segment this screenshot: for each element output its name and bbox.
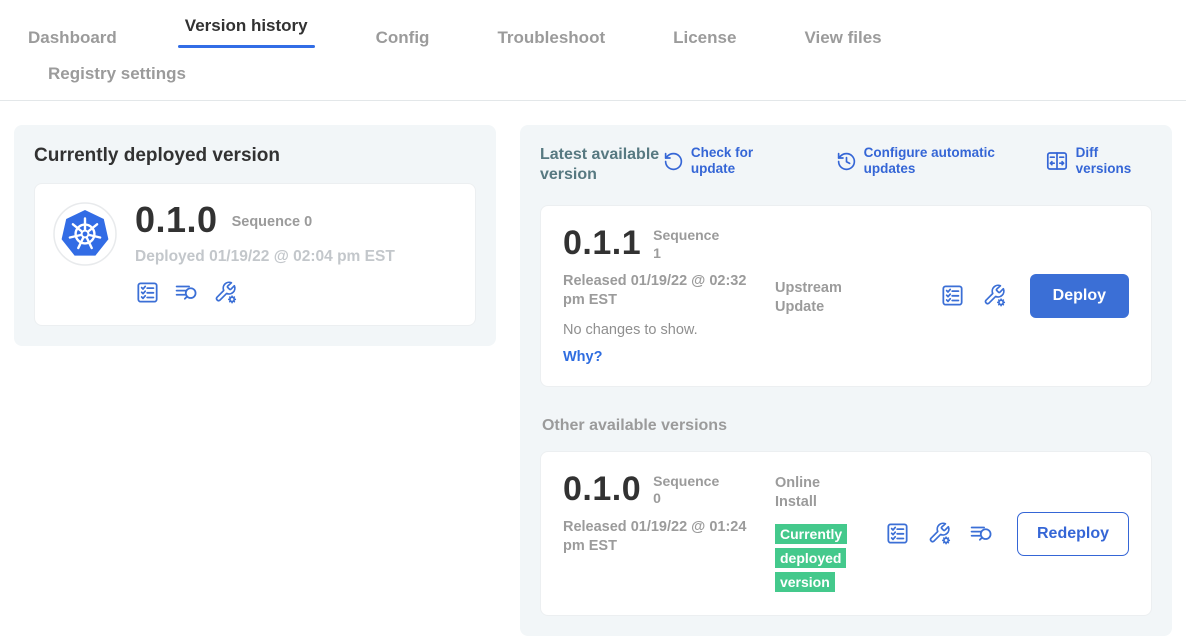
schedule-update-icon: [836, 151, 857, 172]
redeploy-button[interactable]: Redeploy: [1017, 512, 1129, 556]
deployed-version-info: 0.1.0 Sequence 0 Deployed 01/19/22 @ 02:…: [135, 202, 395, 305]
why-link[interactable]: Why?: [563, 349, 602, 365]
other-version-info: 0.1.0 Sequence 0 Released 01/19/22 @ 01:…: [563, 472, 775, 556]
latest-version-row: 0.1.1 Sequence 1 Released 01/19/22 @ 02:…: [540, 205, 1152, 387]
tab-view-files[interactable]: View files: [804, 28, 881, 50]
view-logs-icon[interactable]: [969, 521, 994, 546]
configure-automatic-updates-link[interactable]: Configure automatic updates: [836, 145, 999, 177]
tab-license[interactable]: License: [673, 28, 736, 50]
configure-automatic-updates-label: Configure automatic updates: [864, 145, 999, 177]
currently-deployed-panel: Currently deployed version 0.1.0 Sequenc…: [14, 125, 496, 346]
latest-sequence-label: Sequence 1: [653, 226, 725, 262]
deployed-sequence-label: Sequence 0: [232, 210, 313, 230]
diff-icon: [1045, 149, 1069, 173]
tab-config[interactable]: Config: [376, 28, 430, 50]
latest-version-info: 0.1.1 Sequence 1 Released 01/19/22 @ 02:…: [563, 226, 775, 366]
tab-troubleshoot[interactable]: Troubleshoot: [497, 28, 605, 50]
other-source-column: Online Install Currently deployed versio…: [775, 472, 885, 596]
check-for-update-label: Check for update: [691, 145, 790, 177]
top-navigation: Dashboard Version history Config Trouble…: [0, 0, 1186, 101]
other-sequence-label: Sequence 0: [653, 472, 725, 508]
view-logs-icon[interactable]: [174, 280, 199, 305]
secondary-tabs: Registry settings: [28, 50, 1186, 100]
primary-tabs: Dashboard Version history Config Trouble…: [28, 16, 1186, 50]
preflight-checks-icon[interactable]: [940, 283, 965, 308]
other-versions-heading: Other available versions: [542, 417, 1152, 435]
tab-registry-settings[interactable]: Registry settings: [48, 64, 186, 84]
latest-available-title: Latest available version: [540, 145, 663, 185]
currently-deployed-badge: Currently deployed version: [775, 524, 847, 592]
latest-source-label: Upstream Update: [775, 279, 859, 317]
other-version-number: 0.1.0: [563, 472, 641, 508]
deployed-version-number: 0.1.0: [135, 202, 218, 238]
currently-deployed-title: Currently deployed version: [34, 145, 476, 167]
edit-config-icon[interactable]: [213, 280, 238, 305]
kubernetes-app-icon: [53, 202, 117, 266]
deploy-button[interactable]: Deploy: [1030, 274, 1129, 318]
edit-config-icon[interactable]: [927, 521, 952, 546]
latest-released-timestamp: Released 01/19/22 @ 02:32 pm EST: [563, 272, 747, 310]
refresh-icon: [663, 151, 684, 172]
latest-available-panel: Latest available version Check for updat…: [520, 125, 1172, 636]
deployed-version-card: 0.1.0 Sequence 0 Deployed 01/19/22 @ 02:…: [34, 183, 476, 326]
tab-dashboard[interactable]: Dashboard: [28, 28, 117, 50]
edit-config-icon[interactable]: [982, 283, 1007, 308]
other-version-row: 0.1.0 Sequence 0 Released 01/19/22 @ 01:…: [540, 451, 1152, 617]
tab-version-history[interactable]: Version history: [185, 16, 308, 50]
diff-versions-link[interactable]: Diff versions: [1045, 145, 1148, 177]
latest-version-number: 0.1.1: [563, 226, 641, 262]
deployed-timestamp: Deployed 01/19/22 @ 02:04 pm EST: [135, 248, 395, 266]
diff-versions-label: Diff versions: [1076, 145, 1148, 177]
latest-source-column: Upstream Update: [775, 226, 885, 317]
content-area: Currently deployed version 0.1.0 Sequenc…: [0, 101, 1186, 636]
other-released-timestamp: Released 01/19/22 @ 01:24 pm EST: [563, 518, 747, 556]
check-for-update-link[interactable]: Check for update: [663, 145, 790, 177]
no-changes-text: No changes to show.: [563, 322, 775, 338]
preflight-checks-icon[interactable]: [885, 521, 910, 546]
other-source-label: Online Install: [775, 474, 859, 512]
preflight-checks-icon[interactable]: [135, 280, 160, 305]
